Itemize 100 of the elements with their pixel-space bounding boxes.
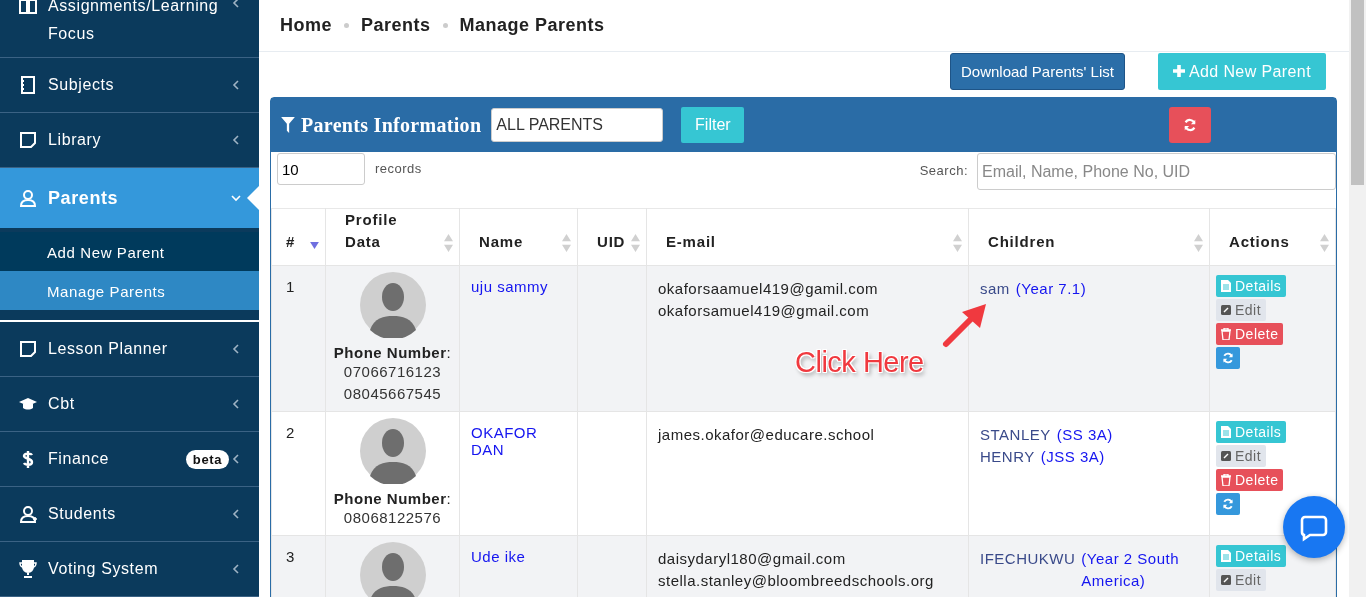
chevron-left-icon xyxy=(231,344,241,354)
parent-filter-select[interactable]: ALL PARENTS xyxy=(491,108,664,142)
pencil-icon xyxy=(1221,305,1231,315)
parent-name-link[interactable]: Ude ike xyxy=(471,548,551,565)
phone-label: Phone Number: xyxy=(332,490,453,507)
column-header[interactable]: Actions xyxy=(1209,208,1336,266)
row-number: 1 xyxy=(286,278,295,295)
note-icon xyxy=(18,339,38,359)
chat-button[interactable] xyxy=(1283,496,1345,558)
document-icon xyxy=(1221,550,1231,562)
email-text: stella.stanley@bloombreedschools.org xyxy=(658,571,935,591)
sidebar-item-label: Students xyxy=(48,505,117,523)
pencil-icon xyxy=(1221,575,1231,585)
sidebar-item-label: Assignments/Learning Focus xyxy=(48,0,220,44)
phone-label: Phone Number: xyxy=(332,344,453,361)
class-link[interactable]: (JSS 3A) xyxy=(1040,446,1105,468)
download-button[interactable]: Download Parents' List xyxy=(949,53,1125,90)
breadcrumb-link[interactable]: Home xyxy=(280,15,332,36)
note-icon xyxy=(18,130,38,150)
delete-button[interactable]: Delete xyxy=(1216,469,1284,491)
sync-button[interactable] xyxy=(1216,347,1240,369)
panel-title: Parents Information xyxy=(301,113,482,137)
chevron-left-icon xyxy=(231,80,241,90)
trophy-icon xyxy=(18,559,38,579)
user-icon xyxy=(18,188,38,208)
breadcrumb-link[interactable]: Manage Parents xyxy=(459,15,605,36)
child-name: STANLEY xyxy=(980,425,1051,445)
notebook-icon xyxy=(18,75,38,95)
column-header[interactable]: # xyxy=(271,208,326,266)
email-text: daisydaryl180@gmail.com xyxy=(658,549,847,569)
document-icon xyxy=(1221,426,1231,438)
scrollbar-thumb[interactable] xyxy=(1351,0,1364,185)
email-text: okaforsaamuel419@gamil.com xyxy=(658,279,879,299)
user-plus-icon xyxy=(18,504,38,524)
chevron-down-icon xyxy=(231,193,241,203)
child-name: HENRY xyxy=(980,447,1035,467)
sidebar-item-label: Subjects xyxy=(48,76,116,94)
row-number: 3 xyxy=(286,548,295,565)
email-text: james.okafor@educare.school xyxy=(658,425,876,445)
sidebar-item-label: Lesson Planner xyxy=(48,340,169,358)
scrollbar[interactable] xyxy=(1349,0,1366,597)
refresh-button[interactable] xyxy=(1169,107,1212,143)
chevron-left-icon xyxy=(231,399,241,409)
refresh-icon xyxy=(1183,118,1198,132)
edit-button[interactable]: Edit xyxy=(1216,569,1267,591)
document-icon xyxy=(1221,280,1231,292)
refresh-icon xyxy=(1222,352,1234,364)
class-link[interactable]: (SS 3A) xyxy=(1056,424,1113,446)
chevron-left-icon xyxy=(231,135,241,145)
sidebar-item-label: Cbt xyxy=(48,395,76,413)
pencil-icon xyxy=(1221,451,1231,461)
avatar xyxy=(359,418,426,484)
avatar xyxy=(359,272,426,338)
sync-button[interactable] xyxy=(1216,493,1240,515)
plus-icon xyxy=(1172,64,1185,77)
edit-button[interactable]: Edit xyxy=(1216,445,1267,467)
child-name: sam xyxy=(980,279,1010,299)
column-header[interactable]: E-mail xyxy=(646,208,969,266)
callout-text: Click Here xyxy=(795,346,924,379)
column-header[interactable]: Name xyxy=(459,208,578,266)
sidebar-item-label: Voting System xyxy=(48,560,160,578)
refresh-icon xyxy=(1222,498,1234,510)
trash-icon xyxy=(1221,328,1231,340)
trash-icon xyxy=(1221,474,1231,486)
phone-number: 08068122576 xyxy=(342,508,443,528)
sidebar-item[interactable]: Finance beta xyxy=(0,432,259,487)
column-header[interactable]: UID xyxy=(577,208,647,266)
parent-name-link[interactable]: uju sammy xyxy=(471,278,551,295)
phone-number: 07066716123 xyxy=(342,362,443,382)
records-label: records xyxy=(375,161,422,176)
search-field[interactable]: Email, Name, Phone No, UID xyxy=(977,153,1336,190)
breadcrumb-separator xyxy=(442,23,448,28)
parent-name-link[interactable]: OKAFOR DAN xyxy=(471,424,551,458)
chevron-left-icon xyxy=(231,509,241,519)
sidebar-item-label: Library xyxy=(48,131,103,149)
email-text: okaforsamuel419@gmail.com xyxy=(658,301,871,321)
phone-number: 08045667545 xyxy=(342,384,443,404)
filter-icon xyxy=(281,117,295,133)
beta-badge: beta xyxy=(185,449,229,469)
delete-button[interactable]: Delete xyxy=(1216,323,1284,345)
breadcrumb-separator xyxy=(344,23,349,28)
class-link[interactable]: (Year 2 South America) xyxy=(1081,548,1199,592)
book-icon xyxy=(18,0,38,16)
sidebar-item-label: Finance xyxy=(48,450,111,468)
avatar xyxy=(359,542,426,597)
submenu-item[interactable]: Manage Parents xyxy=(0,271,259,310)
class-link[interactable]: (Year 7.1) xyxy=(1015,278,1087,300)
row-number: 2 xyxy=(286,424,295,441)
chevron-left-icon xyxy=(231,0,241,8)
sidebar-item-label: Parents xyxy=(48,187,120,209)
edit-button[interactable]: Edit xyxy=(1216,299,1267,321)
column-header[interactable]: Profile Data xyxy=(325,208,460,266)
chevron-left-icon xyxy=(231,564,241,574)
page-length-field[interactable]: 10 xyxy=(277,153,365,185)
child-name: IFECHUKWU xyxy=(980,549,1076,569)
chevron-left-icon xyxy=(231,454,241,464)
column-header[interactable]: Children xyxy=(968,208,1210,266)
submenu-item[interactable]: Add New Parent xyxy=(0,232,259,271)
search-label: Search: xyxy=(919,163,968,178)
breadcrumb-link[interactable]: Parents xyxy=(361,15,431,36)
